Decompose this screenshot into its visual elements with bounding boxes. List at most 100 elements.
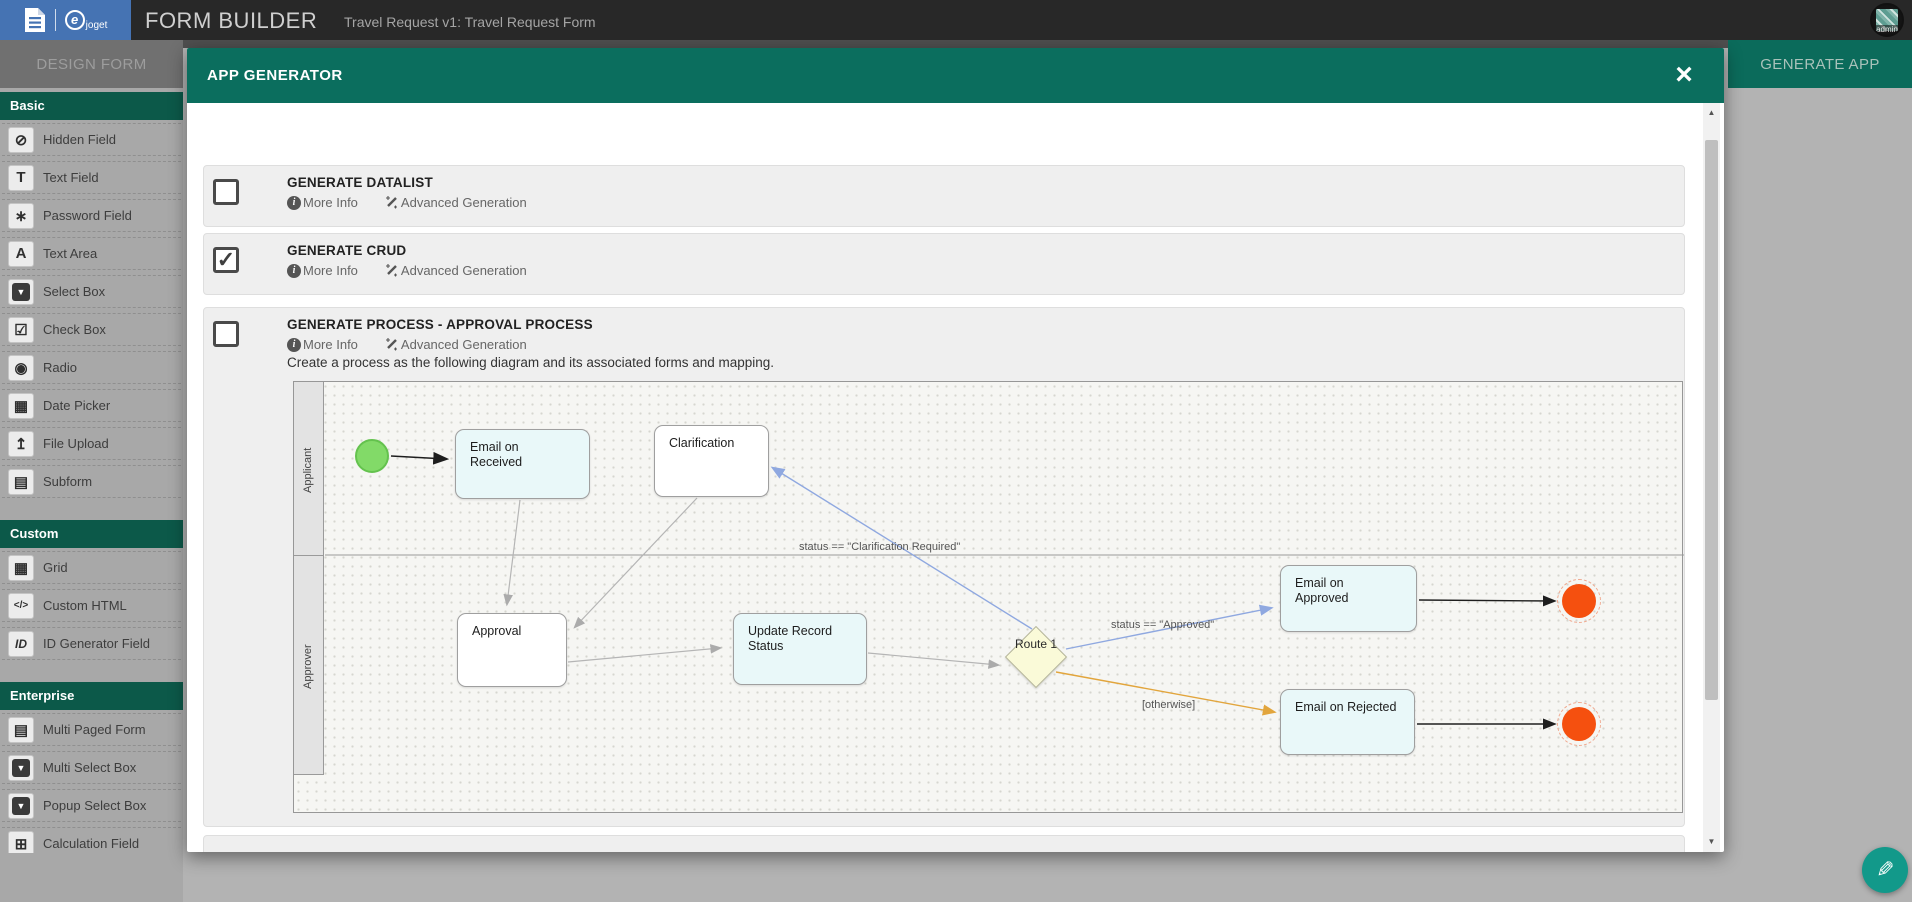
- generator-checkbox[interactable]: [213, 179, 239, 205]
- lane-label-approver: Approver: [302, 582, 332, 752]
- sidebar-item[interactable]: ▤ Multi Paged Form: [2, 713, 181, 746]
- sidebar-item[interactable]: ↥ File Upload: [2, 427, 181, 460]
- field-type-icon: ↥: [8, 431, 34, 457]
- generator-checkbox[interactable]: [213, 247, 239, 273]
- magic-wand-icon: [384, 195, 399, 210]
- advanced-generation-link[interactable]: Advanced Generation: [384, 263, 527, 278]
- generator-checkbox[interactable]: [213, 321, 239, 347]
- generator-title: GENERATE CRUD: [287, 243, 406, 258]
- field-type-icon: </>: [8, 593, 34, 619]
- sidebar-item-label: Hidden Field: [43, 132, 116, 147]
- sidebar-item-label: File Upload: [43, 436, 109, 451]
- sidebar-section: Custom ▦ Grid </> Custom HTML ID ID Gene…: [0, 520, 183, 660]
- sidebar-item[interactable]: ⊘ Hidden Field: [2, 123, 181, 156]
- field-type-icon: ⊞: [8, 831, 34, 854]
- sidebar-item[interactable]: ◉ Radio: [2, 351, 181, 384]
- more-info-link[interactable]: iMore Info: [287, 337, 358, 352]
- generator-row-datalist: GENERATE DATALIST iMore Info Advanced Ge…: [203, 165, 1685, 227]
- end-event-node-rejected: [1562, 707, 1596, 741]
- lane-label-applicant: Applicant: [302, 410, 332, 530]
- sidebar-item[interactable]: ▼ Select Box: [2, 275, 181, 308]
- sidebar-item-label: Subform: [43, 474, 92, 489]
- form-document-icon: [24, 7, 46, 33]
- generator-row-partial: [203, 835, 1685, 852]
- sidebar-item[interactable]: ID ID Generator Field: [2, 627, 181, 660]
- scroll-down-icon[interactable]: ▼: [1703, 835, 1720, 849]
- advanced-generation-link[interactable]: Advanced Generation: [384, 337, 527, 352]
- route-gateway-label: Route 1: [1006, 637, 1066, 651]
- node-clarification: Clarification: [654, 425, 769, 497]
- sidebar-item[interactable]: ▼ Multi Select Box: [2, 751, 181, 784]
- sidebar-item-label: ID Generator Field: [43, 636, 150, 651]
- page-title: FORM BUILDER: [145, 8, 317, 34]
- sidebar-item[interactable]: </> Custom HTML: [2, 589, 181, 622]
- info-icon: i: [287, 196, 301, 210]
- sidebar-item[interactable]: ☑ Check Box: [2, 313, 181, 346]
- more-info-link[interactable]: iMore Info: [287, 195, 358, 210]
- sidebar-item-label: Multi Paged Form: [43, 722, 146, 737]
- generator-row-crud: GENERATE CRUD iMore Info Advanced Genera…: [203, 233, 1685, 295]
- edge-label-approved: status == "Approved": [1111, 619, 1214, 631]
- sidebar-item[interactable]: ▦ Grid: [2, 551, 181, 584]
- sidebar-item-label: Custom HTML: [43, 598, 127, 613]
- sidebar-item[interactable]: ⊞ Calculation Field: [2, 827, 181, 853]
- sidebar-item-label: Radio: [43, 360, 77, 375]
- sidebar-item[interactable]: ∗ Password Field: [2, 199, 181, 232]
- logo-block[interactable]: ejoget: [0, 0, 131, 40]
- info-icon: i: [287, 264, 301, 278]
- user-avatar[interactable]: admin: [1870, 3, 1904, 37]
- start-event-node: [355, 439, 389, 473]
- process-description: Create a process as the following diagra…: [287, 355, 774, 370]
- app-generator-modal: APP GENERATOR × GENERATORS: GENERATE DAT…: [187, 48, 1724, 852]
- modal-scrollbar[interactable]: ▲ ▼: [1703, 103, 1720, 852]
- edit-fab-button[interactable]: ✎: [1862, 847, 1908, 893]
- process-diagram: Applicant Approver Email on Received Cla…: [293, 381, 1683, 813]
- scroll-up-icon[interactable]: ▲: [1703, 106, 1720, 120]
- sidebar-section: Enterprise ▤ Multi Paged Form ▼ Multi Se…: [0, 682, 183, 853]
- sidebar-section: Basic ⊘ Hidden Field T Text Field ∗ Pass…: [0, 92, 183, 498]
- logo-divider: [55, 9, 56, 31]
- sidebar-item[interactable]: T Text Field: [2, 161, 181, 194]
- joget-logo-icon: ejoget: [65, 10, 108, 31]
- sidebar-item-label: Multi Select Box: [43, 760, 136, 775]
- sidebar-item-label: Check Box: [43, 322, 106, 337]
- info-icon: i: [287, 338, 301, 352]
- sidebar-item[interactable]: ▼ Popup Select Box: [2, 789, 181, 822]
- field-type-icon: ∗: [8, 203, 34, 229]
- field-type-icon: T: [8, 165, 34, 191]
- field-type-icon: A: [8, 241, 34, 267]
- field-type-icon: ▤: [8, 717, 34, 743]
- sidebar-item-label: Text Area: [43, 246, 97, 261]
- field-type-icon: ▦: [8, 393, 34, 419]
- field-type-icon: ▦: [8, 555, 34, 581]
- sidebar-item[interactable]: ▦ Date Picker: [2, 389, 181, 422]
- sidebar-item[interactable]: A Text Area: [2, 237, 181, 270]
- magic-wand-icon: [384, 263, 399, 278]
- field-type-icon: ▼: [8, 279, 34, 305]
- top-bar: ejoget FORM BUILDER Travel Request v1: T…: [0, 0, 1912, 40]
- modal-header: APP GENERATOR ×: [187, 48, 1724, 103]
- sidebar-item-label: Grid: [43, 560, 68, 575]
- sidebar-item[interactable]: ▤ Subform: [2, 465, 181, 498]
- tab-design-form[interactable]: DESIGN FORM: [0, 40, 183, 88]
- node-email-on-received: Email on Received: [455, 429, 590, 499]
- field-type-icon: ▼: [8, 755, 34, 781]
- field-type-icon: ◉: [8, 355, 34, 381]
- tab-generate-app[interactable]: GENERATE APP: [1728, 40, 1912, 88]
- sidebar-item-label: Date Picker: [43, 398, 110, 413]
- sidebar-section-header: Enterprise: [0, 682, 183, 710]
- node-email-on-approved: Email on Approved: [1280, 565, 1417, 632]
- close-icon[interactable]: ×: [1666, 56, 1702, 94]
- form-element-sidebar: Basic ⊘ Hidden Field T Text Field ∗ Pass…: [0, 88, 183, 902]
- generator-row-process: GENERATE PROCESS - APPROVAL PROCESS iMor…: [203, 307, 1685, 827]
- node-email-on-rejected: Email on Rejected: [1280, 689, 1415, 755]
- route-gateway-node: [1005, 626, 1067, 688]
- tab-strip: [183, 40, 1728, 48]
- field-type-icon: ▤: [8, 469, 34, 495]
- scrollbar-thumb[interactable]: [1705, 140, 1718, 700]
- advanced-generation-link[interactable]: Advanced Generation: [384, 195, 527, 210]
- sidebar-item-label: Text Field: [43, 170, 99, 185]
- sidebar-section-header: Custom: [0, 520, 183, 548]
- field-type-icon: ⊘: [8, 127, 34, 153]
- more-info-link[interactable]: iMore Info: [287, 263, 358, 278]
